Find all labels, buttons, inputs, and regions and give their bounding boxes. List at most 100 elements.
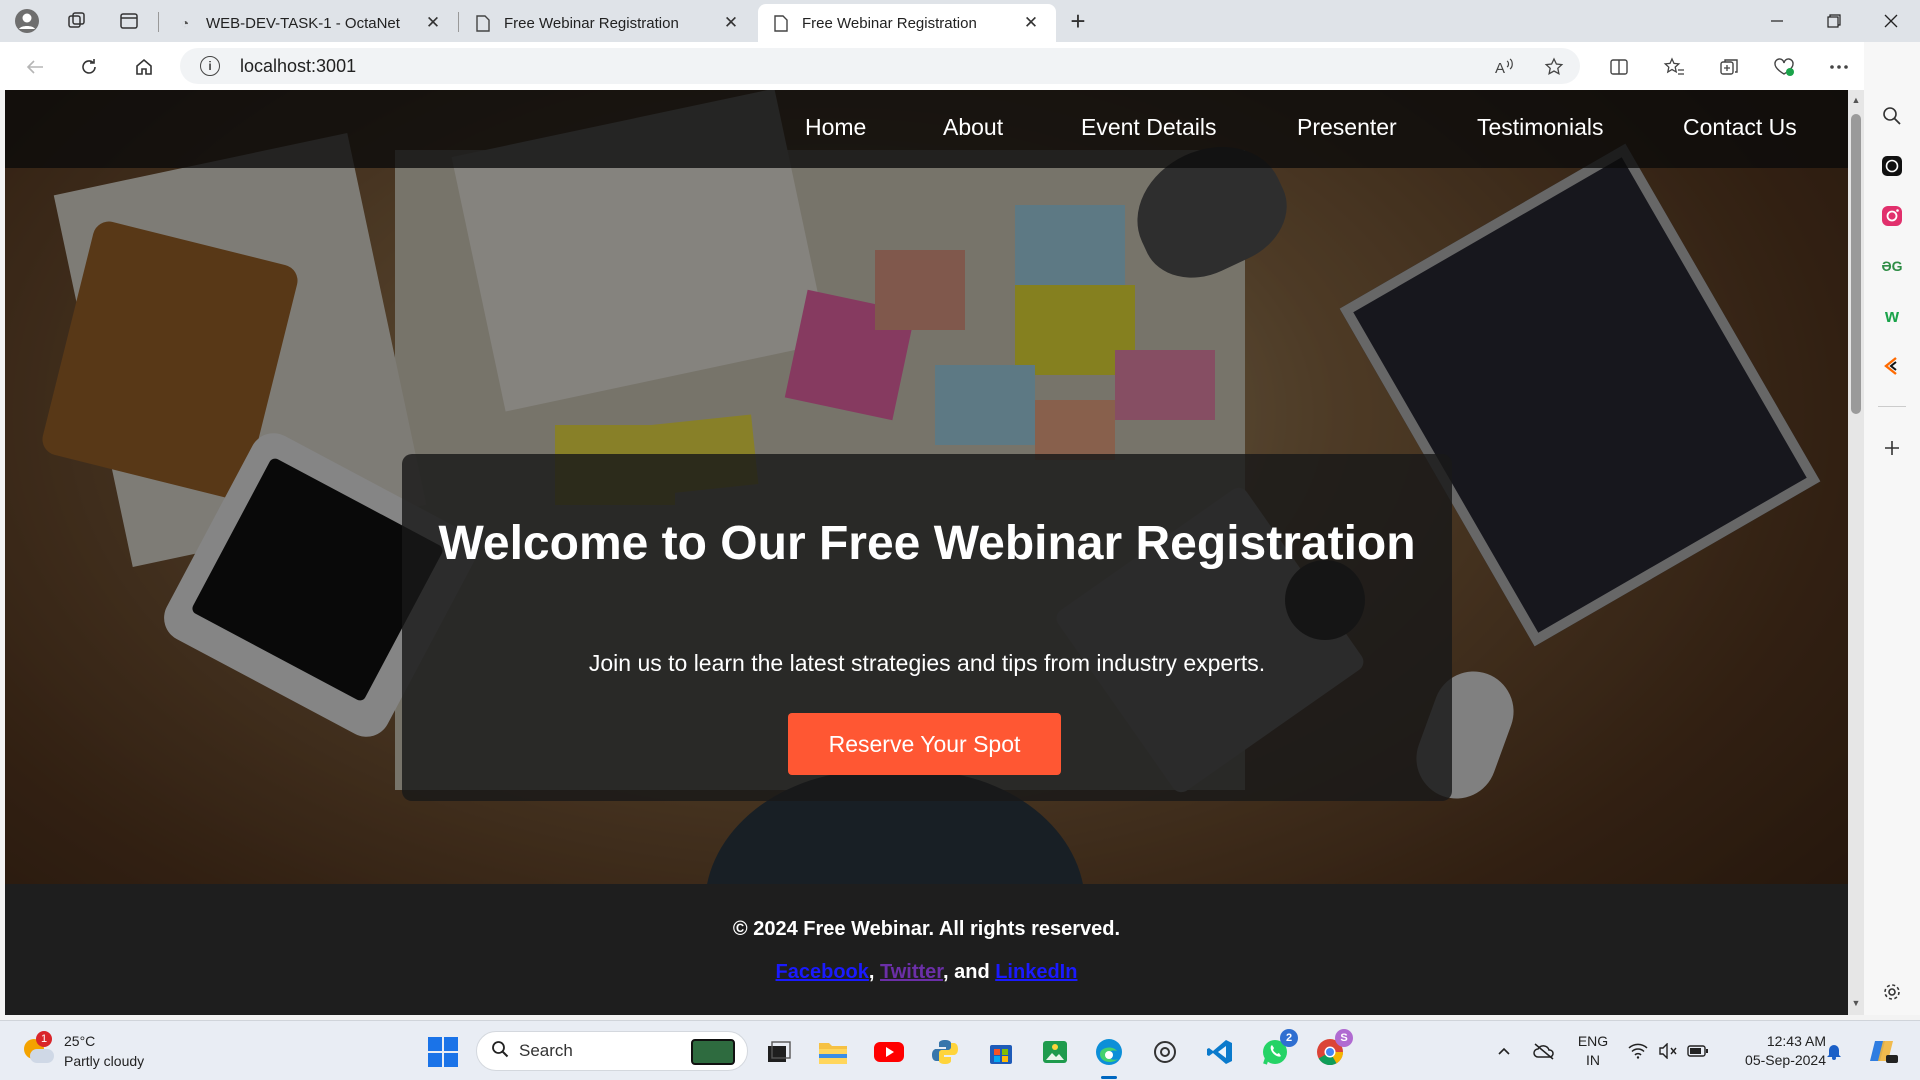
nav-event-details[interactable]: Event Details [1081, 114, 1217, 141]
url-field[interactable]: i localhost:3001 [180, 48, 1580, 84]
wifi-icon[interactable] [1626, 1039, 1650, 1063]
favorites-icon[interactable] [1659, 52, 1689, 82]
workspaces-icon[interactable] [62, 6, 92, 36]
hero-title: Welcome to Our Free Webinar Registration [438, 517, 1416, 570]
chrome-profile-badge: S [1335, 1029, 1353, 1047]
wordtune-icon[interactable]: w [1878, 302, 1906, 330]
refresh-icon[interactable] [72, 50, 106, 84]
site-footer: © 2024 Free Webinar. All rights reserved… [5, 884, 1848, 1015]
task-view-icon[interactable] [762, 1035, 796, 1069]
nav-testimonials[interactable]: Testimonials [1477, 114, 1604, 141]
edge-browser-icon[interactable] [1092, 1035, 1126, 1079]
svg-text:A: A [1495, 60, 1505, 77]
sidebar-settings-icon[interactable] [1878, 978, 1906, 1006]
nav-home[interactable]: Home [805, 114, 866, 141]
octanet-favicon-icon: ◔ [180, 15, 190, 31]
footer-separator: , [868, 961, 875, 983]
windows-start-icon[interactable] [428, 1037, 458, 1067]
volume-muted-icon[interactable] [1656, 1039, 1680, 1063]
close-tab-icon[interactable]: ✕ [720, 13, 742, 33]
extension-icon[interactable] [1878, 352, 1906, 380]
nav-contact-us[interactable]: Contact Us [1683, 114, 1797, 141]
vscode-icon[interactable] [1203, 1035, 1237, 1069]
tab-webinar-1[interactable]: Free Webinar Registration ✕ [460, 4, 756, 42]
tab-separator [158, 12, 159, 32]
url-text[interactable]: localhost:3001 [240, 56, 356, 77]
site-navigation: Home About Event Details Presenter Testi… [5, 90, 1848, 168]
twitter-link[interactable]: Twitter [880, 961, 943, 983]
collections-icon[interactable] [1714, 52, 1744, 82]
footer-copyright: © 2024 Free Webinar. All rights reserved… [732, 918, 1121, 940]
instagram-icon[interactable] [1878, 202, 1906, 230]
hero-card: Welcome to Our Free Webinar Registration… [402, 454, 1452, 801]
new-tab-button[interactable]: + [1063, 6, 1093, 36]
scroll-up-icon[interactable]: ▲ [1848, 92, 1864, 108]
page-favicon-icon [772, 14, 790, 32]
chrome-icon[interactable]: S [1313, 1029, 1353, 1069]
tab-separator [458, 12, 459, 32]
facebook-link[interactable]: Facebook [776, 961, 869, 983]
file-explorer-icon[interactable] [816, 1035, 850, 1069]
chatgpt-app-icon[interactable] [1148, 1035, 1182, 1069]
close-tab-icon[interactable]: ✕ [1020, 13, 1042, 33]
more-options-icon[interactable] [1824, 52, 1854, 82]
system-clock[interactable]: 12:43 AM 05-Sep-2024 [1722, 1032, 1826, 1070]
microsoft-store-icon[interactable] [984, 1035, 1018, 1069]
minimize-button[interactable] [1748, 0, 1806, 42]
tab-actions-icon[interactable] [114, 6, 144, 36]
nav-presenter[interactable]: Presenter [1297, 114, 1397, 141]
partly-cloudy-icon: 1 [22, 1031, 54, 1067]
weather-temp: 25°C [64, 1033, 96, 1049]
back-arrow-icon[interactable] [18, 50, 52, 84]
weather-desc: Partly cloudy [64, 1053, 145, 1069]
tab-label: WEB-DEV-TASK-1 - OctaNet [206, 14, 400, 32]
hero-subtitle: Join us to learn the latest strategies a… [588, 650, 1266, 676]
copilot-taskbar-icon[interactable] [1868, 1035, 1900, 1067]
whatsapp-icon[interactable]: 2 [1258, 1029, 1298, 1069]
battery-icon[interactable] [1686, 1039, 1710, 1063]
youtube-icon[interactable] [872, 1035, 906, 1069]
close-tab-icon[interactable]: ✕ [422, 13, 444, 33]
browser-essentials-icon[interactable] [1769, 52, 1799, 82]
search-placeholder: Search [519, 1041, 573, 1060]
clock-time: 12:43 AM [1766, 1033, 1826, 1049]
close-window-button[interactable] [1862, 0, 1920, 42]
python-icon[interactable] [928, 1035, 962, 1069]
linkedin-link[interactable]: LinkedIn [995, 961, 1077, 983]
favorite-star-icon[interactable] [1539, 52, 1569, 82]
windows-taskbar: 1 25°C Partly cloudy Search 2 S ENG IN 1… [0, 1020, 1920, 1080]
split-screen-icon[interactable] [1604, 52, 1634, 82]
scroll-down-icon[interactable]: ▼ [1848, 995, 1864, 1011]
site-info-icon[interactable]: i [200, 56, 220, 76]
tab-webinar-active[interactable]: Free Webinar Registration ✕ [758, 4, 1056, 42]
language-indicator[interactable]: ENG IN [1574, 1032, 1612, 1070]
scrollbar-thumb[interactable] [1851, 114, 1861, 414]
onedrive-icon[interactable] [1532, 1039, 1556, 1063]
nav-about[interactable]: About [943, 114, 1003, 141]
sidebar-search-icon[interactable] [1878, 102, 1906, 130]
notification-bell-icon[interactable] [1822, 1039, 1846, 1063]
address-bar-row: i localhost:3001 A [0, 42, 1920, 90]
geeksforgeeks-icon[interactable]: ƏG [1878, 252, 1906, 280]
search-icon [491, 1040, 509, 1063]
tab-octanet[interactable]: ◔ WEB-DEV-TASK-1 - OctaNet ✕ [162, 4, 458, 42]
weather-badge: 1 [36, 1031, 52, 1047]
home-icon[interactable] [127, 50, 161, 84]
profile-icon[interactable] [12, 6, 42, 36]
taskbar-search[interactable]: Search [476, 1031, 748, 1071]
page-favicon-icon [474, 14, 492, 32]
add-sidebar-app-icon[interactable] [1878, 434, 1906, 462]
reserve-spot-button[interactable]: Reserve Your Spot [788, 713, 1061, 775]
sidebar-separator [1878, 406, 1906, 407]
page-scrollbar[interactable]: ▲ ▼ [1848, 90, 1864, 1015]
weather-widget[interactable]: 1 25°C Partly cloudy [22, 1031, 144, 1071]
photos-app-icon[interactable] [1038, 1035, 1072, 1069]
tab-label: Free Webinar Registration [504, 14, 679, 32]
show-hidden-icons-chevron-icon[interactable] [1492, 1039, 1516, 1063]
language-code: ENG [1577, 1033, 1609, 1049]
footer-social-links: Facebook, Twitter, and LinkedIn [5, 961, 1848, 984]
chatgpt-icon[interactable] [1878, 152, 1906, 180]
read-aloud-icon[interactable]: A [1490, 52, 1520, 82]
restore-button[interactable] [1805, 0, 1863, 42]
browser-title-bar: ◔ WEB-DEV-TASK-1 - OctaNet ✕ Free Webina… [0, 0, 1920, 42]
